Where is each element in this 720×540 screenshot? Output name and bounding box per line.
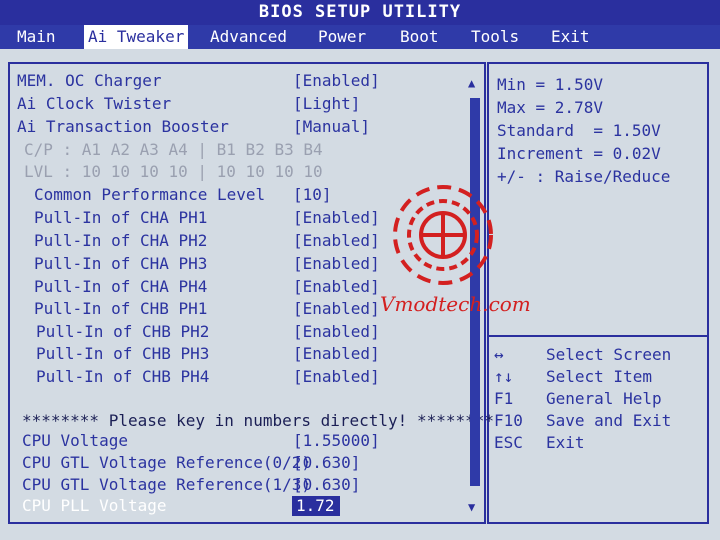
setting-value[interactable]: [Manual]: [293, 117, 370, 137]
menu-ai-tweaker[interactable]: Ai Tweaker: [84, 25, 189, 49]
setting-value[interactable]: [Enabled]: [293, 277, 380, 297]
lvl-row: LVL : 10 10 10 10 | 10 10 10 10: [24, 162, 323, 181]
voltage-label[interactable]: CPU GTL Voltage Reference(1/3): [22, 475, 311, 495]
help-standard: Standard = 1.50V: [497, 121, 661, 140]
setting-label[interactable]: Pull-In of CHB PH4: [36, 367, 209, 387]
scroll-up-icon[interactable]: ▲: [468, 76, 475, 90]
setting-label[interactable]: Pull-In of CHA PH1: [34, 208, 207, 228]
setting-value[interactable]: [Enabled]: [293, 71, 380, 91]
setting-value[interactable]: [Enabled]: [293, 344, 380, 364]
help-increment: Increment = 0.02V: [497, 144, 661, 163]
help-divider: [487, 335, 709, 337]
key-desc: Save and Exit: [546, 411, 672, 430]
left-right-arrow-icon: ↔: [494, 345, 504, 364]
setting-label[interactable]: MEM. OC Charger: [17, 71, 162, 91]
setting-label[interactable]: Common Performance Level: [34, 185, 265, 205]
setting-value[interactable]: [Enabled]: [293, 322, 380, 342]
setting-value[interactable]: [Enabled]: [293, 367, 380, 387]
key-desc: Select Item: [546, 367, 652, 386]
menu-tools[interactable]: Tools: [471, 25, 519, 49]
setting-value[interactable]: [Enabled]: [293, 299, 380, 319]
menu-main[interactable]: Main: [17, 25, 56, 49]
setting-label[interactable]: Pull-In of CHA PH4: [34, 277, 207, 297]
voltage-label[interactable]: CPU Voltage: [22, 431, 128, 451]
help-raise-reduce: +/- : Raise/Reduce: [497, 167, 671, 186]
setting-label[interactable]: Pull-In of CHB PH2: [36, 322, 209, 342]
up-down-arrow-icon: ↑↓: [494, 367, 514, 386]
voltage-value[interactable]: [0.630]: [293, 453, 360, 473]
setting-label[interactable]: Ai Clock Twister: [17, 94, 171, 114]
scroll-down-icon[interactable]: ▼: [468, 500, 475, 514]
setting-label[interactable]: Pull-In of CHB PH3: [36, 344, 209, 364]
setting-label[interactable]: Pull-In of CHA PH2: [34, 231, 207, 251]
menu-advanced[interactable]: Advanced: [210, 25, 287, 49]
menu-exit[interactable]: Exit: [551, 25, 590, 49]
setting-value[interactable]: [Enabled]: [293, 231, 380, 251]
key-f10: F10: [494, 411, 523, 430]
voltage-label[interactable]: CPU GTL Voltage Reference(0/2): [22, 453, 311, 473]
help-min: Min = 1.50V: [497, 75, 603, 94]
bios-screen: BIOS SETUP UTILITY Main Ai Tweaker Advan…: [0, 0, 720, 540]
key-esc: ESC: [494, 433, 523, 452]
setting-value[interactable]: [Enabled]: [293, 208, 380, 228]
setting-label[interactable]: Ai Transaction Booster: [17, 117, 229, 137]
voltage-value[interactable]: [1.55000]: [293, 431, 380, 451]
notice-text: ******** Please key in numbers directly!…: [22, 411, 495, 430]
key-desc: Exit: [546, 433, 585, 452]
setting-label[interactable]: Pull-In of CHB PH1: [34, 299, 207, 319]
voltage-input-selected[interactable]: 1.72: [292, 496, 340, 516]
watermark-text: Vmodtech.com: [380, 292, 531, 316]
title-bar: BIOS SETUP UTILITY: [0, 0, 720, 25]
menu-power[interactable]: Power: [318, 25, 366, 49]
voltage-value[interactable]: [0.630]: [293, 475, 360, 495]
watermark-logo-icon: [393, 185, 493, 285]
key-desc: General Help: [546, 389, 662, 408]
key-f1: F1: [494, 389, 514, 408]
setting-value[interactable]: [Light]: [293, 94, 360, 114]
help-max: Max = 2.78V: [497, 98, 603, 117]
setting-label[interactable]: Pull-In of CHA PH3: [34, 254, 207, 274]
setting-value[interactable]: [10]: [293, 185, 332, 205]
voltage-label-selected[interactable]: CPU PLL Voltage: [22, 496, 167, 516]
menu-boot[interactable]: Boot: [400, 25, 439, 49]
setting-value[interactable]: [Enabled]: [293, 254, 380, 274]
menu-bar: Main Ai Tweaker Advanced Power Boot Tool…: [0, 25, 720, 49]
cp-row: C/P : A1 A2 A3 A4 | B1 B2 B3 B4: [24, 140, 323, 159]
key-desc: Select Screen: [546, 345, 672, 364]
